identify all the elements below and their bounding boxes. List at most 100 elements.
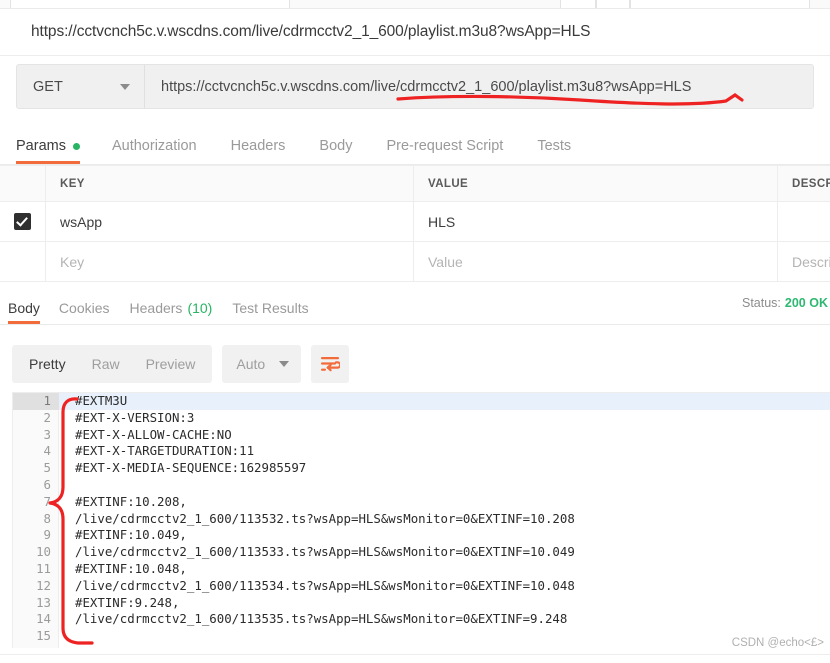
code-text: /live/cdrmcctv2_1_600/113535.ts?wsApp=HL…	[75, 611, 568, 627]
tab-authorization[interactable]: Authorization	[112, 129, 197, 163]
code-line: 13 #EXTINF:9.248,	[13, 595, 830, 612]
code-text: #EXTINF:10.048,	[75, 560, 187, 576]
params-header-checkbox-cell	[0, 166, 46, 201]
request-url-title: https://cctvcnch5c.v.wscdns.com/live/cdr…	[31, 23, 591, 40]
code-text: #EXTINF:9.248,	[75, 594, 180, 610]
param-description-input-empty[interactable]: Descri	[778, 242, 830, 281]
param-key-input-empty[interactable]: Key	[46, 242, 414, 281]
params-active-dot-icon	[72, 142, 80, 150]
tab-pre-request-script-label: Pre-request Script	[386, 138, 504, 154]
line-number: 12	[36, 577, 51, 593]
response-body-inner: 1 #EXTM3U 2 #EXT-X-VERSION:3 3 #EXT-X-ALLOW-C…	[13, 393, 830, 648]
csdn-watermark: CSDN @echo<£>	[731, 637, 824, 649]
code-text: #EXT-X-TARGETDURATION:11	[75, 443, 255, 459]
code-text: /live/cdrmcctv2_1_600/113532.ts?wsApp=HL…	[75, 510, 575, 526]
status-badge: Status: 200 OK	[742, 296, 828, 310]
param-enabled-checkbox[interactable]	[14, 213, 31, 230]
view-mode-raw[interactable]: Raw	[79, 349, 133, 379]
tab-params-label: Params	[16, 138, 66, 154]
params-header-key: KEY	[46, 166, 414, 201]
table-row[interactable]: Key Value Descri	[0, 242, 830, 282]
status-value: 200 OK	[784, 296, 828, 310]
param-description-input[interactable]	[778, 202, 830, 241]
code-line: 10/live/cdrmcctv2_1_600/113533.ts?wsApp=…	[13, 544, 830, 561]
params-row-checkbox-cell	[0, 202, 46, 241]
code-line: 2 #EXT-X-VERSION:3	[13, 410, 830, 427]
code-text: #EXT-X-ALLOW-CACHE:NO	[75, 426, 232, 442]
param-value-input-empty[interactable]: Value	[414, 242, 778, 281]
code-line: 5 #EXT-X-MEDIA-SEQUENCE:162985597	[13, 460, 830, 477]
params-table: KEY VALUE DESCRIP wsApp HLS Key Value De…	[0, 165, 830, 282]
wrap-lines-button[interactable]	[311, 345, 350, 383]
chevron-down-icon	[120, 83, 130, 90]
bottom-edge	[0, 654, 830, 663]
line-number: 6	[43, 476, 51, 492]
view-mode-pretty[interactable]: Pretty	[16, 349, 79, 379]
response-tab-body-label: Body	[8, 300, 40, 316]
table-row[interactable]: wsApp HLS	[0, 202, 830, 242]
code-text: /live/cdrmcctv2_1_600/113533.ts?wsApp=HL…	[75, 544, 575, 560]
response-body-toolbar: Pretty Raw Preview Auto	[12, 345, 350, 383]
body-format-select[interactable]: Auto	[222, 345, 302, 383]
tab-authorization-label: Authorization	[111, 138, 197, 154]
chevron-down-icon	[279, 361, 290, 367]
response-tab-cookies[interactable]: Cookies	[59, 293, 110, 323]
tab-body-label: Body	[319, 138, 353, 154]
chrome-tab-fragment	[560, 0, 596, 8]
response-tab-cookies-label: Cookies	[58, 300, 110, 316]
code-line: 8/live/cdrmcctv2_1_600/113532.ts?wsApp=H…	[13, 511, 830, 528]
tab-headers-label: Headers	[230, 138, 286, 154]
response-tab-headers-label: Headers	[129, 300, 183, 316]
tab-body[interactable]: Body	[319, 129, 352, 163]
tab-tests-label: Tests	[537, 138, 572, 154]
code-text: #EXTINF:10.049,	[75, 527, 187, 543]
request-bar: GET https://cctvcnch5c.v.wscdns.com/live…	[16, 64, 814, 109]
response-tab-headers[interactable]: Headers (10)	[130, 293, 213, 323]
line-number: 4	[43, 443, 51, 459]
line-number: 14	[36, 611, 51, 627]
line-number: 3	[43, 426, 51, 442]
response-tab-body[interactable]: Body	[8, 293, 40, 324]
code-line: 7 #EXTINF:10.208,	[13, 494, 830, 511]
status-label: Status:	[741, 296, 781, 310]
tab-tests[interactable]: Tests	[537, 129, 571, 163]
chrome-tab-fragment	[630, 0, 810, 8]
response-tab-test-results[interactable]: Test Results	[232, 293, 308, 323]
code-text: #EXT-X-VERSION:3	[75, 409, 195, 425]
param-key-input[interactable]: wsApp	[46, 202, 414, 241]
tab-pre-request-script[interactable]: Pre-request Script	[386, 129, 503, 163]
http-method-label: GET	[33, 78, 63, 95]
params-header-description: DESCRIP	[792, 177, 830, 190]
code-text: #EXTM3U	[75, 393, 128, 408]
chrome-tab-fragment	[596, 0, 630, 8]
line-number: 13	[36, 594, 51, 610]
params-table-header-row: KEY VALUE DESCRIP	[0, 166, 830, 202]
request-title-bar: https://cctvcnch5c.v.wscdns.com/live/cdr…	[0, 9, 830, 56]
code-line: 6	[13, 477, 830, 494]
params-empty-checkbox-cell	[0, 242, 46, 281]
request-tabs: Params Authorization Headers Body Pre-re…	[0, 129, 830, 165]
response-tabs: Body Cookies Headers (10) Test Results S…	[0, 293, 830, 325]
request-url-input[interactable]: https://cctvcnch5c.v.wscdns.com/live/cdr…	[145, 65, 813, 108]
param-value-input[interactable]: HLS	[414, 202, 778, 241]
line-number: 8	[43, 510, 51, 526]
code-line: 12/live/cdrmcctv2_1_600/113534.ts?wsApp=…	[13, 578, 830, 595]
wrap-lines-icon	[321, 357, 341, 372]
tab-params[interactable]: Params	[16, 129, 80, 164]
line-number: 5	[43, 460, 51, 476]
view-mode-preview[interactable]: Preview	[133, 349, 209, 379]
http-method-select[interactable]: GET	[17, 65, 145, 108]
code-text: #EXTINF:10.208,	[75, 493, 187, 509]
app-chrome-strip	[0, 0, 830, 9]
code-line: 11 #EXTINF:10.048,	[13, 561, 830, 578]
response-body-viewer[interactable]: 1 #EXTM3U 2 #EXT-X-VERSION:3 3 #EXT-X-ALLOW-C…	[12, 392, 830, 648]
code-line: 4 #EXT-X-TARGETDURATION:11	[13, 443, 830, 460]
tab-headers[interactable]: Headers	[231, 129, 286, 163]
line-number: 9	[43, 527, 51, 543]
line-number: 2	[43, 409, 51, 425]
response-tab-test-results-label: Test Results	[232, 300, 309, 316]
line-number: 15	[36, 628, 51, 644]
response-body-code: 1 #EXTM3U 2 #EXT-X-VERSION:3 3 #EXT-X-ALLOW-C…	[13, 393, 830, 645]
